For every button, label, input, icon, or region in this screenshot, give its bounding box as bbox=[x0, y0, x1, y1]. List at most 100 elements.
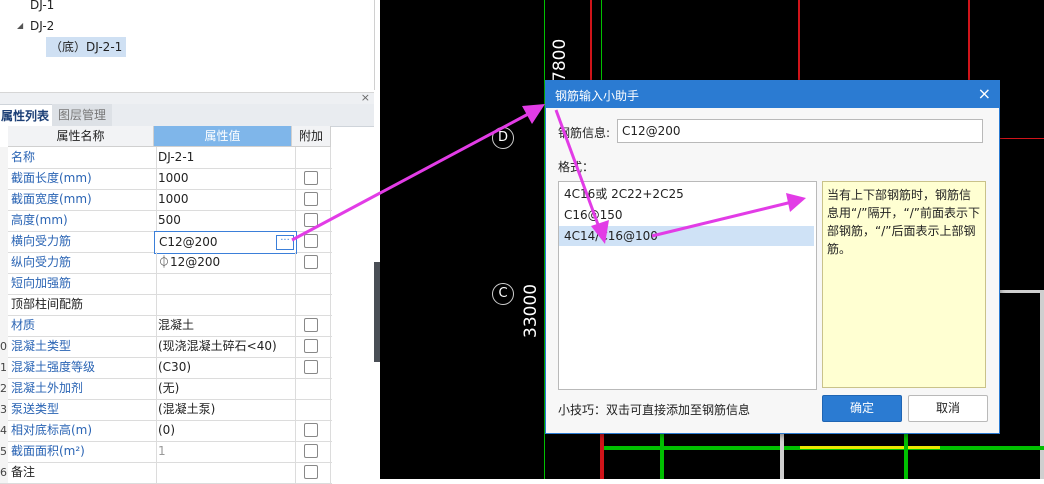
row-number bbox=[0, 294, 8, 315]
property-value-text: 1000 bbox=[158, 192, 189, 206]
property-value[interactable]: 混凝土 bbox=[154, 315, 296, 336]
table-row[interactable]: 2 混凝土外加剂 (无) bbox=[0, 378, 332, 400]
table-row[interactable]: 纵向受力筋 ⏀12@200 bbox=[0, 252, 332, 274]
table-row[interactable]: 1 混凝土强度等级 (C30) bbox=[0, 357, 332, 379]
table-row[interactable]: 0 混凝土类型 (现浇混凝土碎石<40) bbox=[0, 336, 332, 358]
tree-item-dj2-1[interactable]: （底）DJ-2-1 bbox=[46, 37, 127, 57]
table-row[interactable]: 截面宽度(mm) 1000 bbox=[0, 189, 332, 211]
attach-cell bbox=[292, 336, 331, 357]
property-name: 截面面积(m²) bbox=[8, 441, 157, 462]
property-value[interactable]: 1000 bbox=[154, 168, 296, 189]
property-name: 相对底标高(m) bbox=[8, 420, 157, 441]
attach-checkbox[interactable] bbox=[304, 423, 318, 437]
property-value[interactable]: 500 bbox=[154, 210, 296, 231]
row-number: 6 bbox=[0, 462, 8, 483]
row-number: 4 bbox=[0, 420, 8, 441]
property-name: 泵送类型 bbox=[8, 399, 157, 420]
property-value-text: 混凝土 bbox=[158, 318, 195, 332]
property-name: 纵向受力筋 bbox=[8, 252, 157, 273]
format-list[interactable]: 4C16或 2C22+2C25 C16@150 4C14/C16@100 bbox=[558, 181, 817, 390]
attach-cell bbox=[292, 231, 331, 252]
wall-line bbox=[998, 290, 1044, 293]
tab-layer-management[interactable]: 图层管理 bbox=[52, 104, 113, 126]
property-value-editor[interactable]: C12@200 ··· bbox=[154, 231, 297, 254]
property-name: 备注 bbox=[8, 462, 157, 483]
property-value[interactable] bbox=[154, 294, 296, 315]
table-row[interactable]: 高度(mm) 500 bbox=[0, 210, 332, 232]
attach-checkbox[interactable] bbox=[304, 213, 318, 227]
rebar-info-input[interactable]: C12@200 bbox=[617, 119, 983, 143]
panel-tabs: 属性列表 图层管理 bbox=[0, 104, 374, 127]
dialog-close-icon[interactable]: × bbox=[978, 84, 991, 103]
attach-checkbox[interactable] bbox=[304, 234, 318, 248]
table-row[interactable]: 5 截面面积(m²) 1 bbox=[0, 441, 332, 463]
tab-property-list[interactable]: 属性列表 bbox=[0, 104, 57, 127]
table-row[interactable]: 顶部柱间配筋 bbox=[0, 294, 332, 316]
property-value[interactable]: (无) bbox=[154, 378, 296, 399]
attach-checkbox[interactable] bbox=[304, 360, 318, 374]
attach-checkbox[interactable] bbox=[304, 318, 318, 332]
property-value[interactable] bbox=[154, 273, 296, 294]
attach-cell bbox=[292, 462, 331, 483]
format-description: 当有上下部钢筋时，钢筋信息用“/”隔开，“/”前面表示下部钢筋，“/”后面表示上… bbox=[822, 181, 986, 388]
property-value[interactable]: 1 bbox=[154, 441, 296, 462]
property-name: 名称 bbox=[8, 147, 157, 168]
table-row[interactable]: 横向受力筋 C12@200 ··· bbox=[0, 231, 332, 254]
collapse-arrow-icon[interactable]: ◢ bbox=[17, 21, 23, 30]
format-item-selected[interactable]: 4C14/C16@100 bbox=[559, 226, 814, 246]
tip-text: 小技巧：双击可直接添加至钢筋信息 bbox=[558, 403, 751, 417]
row-number bbox=[0, 273, 8, 294]
property-value[interactable]: (现浇混凝土碎石<40) bbox=[154, 336, 296, 357]
property-value[interactable]: (0) bbox=[154, 420, 296, 441]
property-value[interactable]: (C30) bbox=[154, 357, 296, 378]
attach-checkbox[interactable] bbox=[304, 444, 318, 458]
property-value[interactable]: 1000 bbox=[154, 189, 296, 210]
property-value-text: (现浇混凝土碎石<40) bbox=[158, 339, 277, 353]
table-row[interactable]: 6 备注 bbox=[0, 462, 332, 484]
format-item[interactable]: C16@150 bbox=[559, 205, 814, 225]
attach-checkbox[interactable] bbox=[304, 192, 318, 206]
property-value[interactable]: DJ-2-1 bbox=[154, 147, 296, 168]
attach-cell bbox=[292, 147, 331, 168]
property-value[interactable] bbox=[154, 462, 296, 483]
panel-close-icon[interactable]: × bbox=[361, 91, 370, 104]
table-row[interactable]: 4 相对底标高(m) (0) bbox=[0, 420, 332, 442]
property-value-text: C12@200 bbox=[159, 235, 218, 249]
property-name: 混凝土强度等级 bbox=[8, 357, 157, 378]
beam-line bbox=[800, 446, 940, 449]
rebar-info-label: 钢筋信息: bbox=[558, 126, 611, 140]
property-name: 顶部柱间配筋 bbox=[8, 294, 157, 315]
row-number: 2 bbox=[0, 378, 8, 399]
header-property-name: 属性名称 bbox=[8, 126, 154, 147]
attach-checkbox[interactable] bbox=[304, 255, 318, 269]
ok-button[interactable]: 确定 bbox=[822, 395, 902, 422]
wall-line bbox=[798, 0, 800, 82]
tree-item-label: （底）DJ-2-1 bbox=[50, 40, 123, 54]
wall-line bbox=[968, 0, 970, 82]
attach-checkbox[interactable] bbox=[304, 339, 318, 353]
format-item[interactable]: 4C16或 2C22+2C25 bbox=[559, 184, 814, 204]
row-number: 0 bbox=[0, 336, 8, 357]
attach-cell bbox=[292, 210, 331, 231]
property-name: 材质 bbox=[8, 315, 157, 336]
table-row[interactable]: 短向加强筋 bbox=[0, 273, 332, 295]
tree-item-dj2[interactable]: DJ-2 bbox=[30, 16, 54, 36]
table-row[interactable]: 截面长度(mm) 1000 bbox=[0, 168, 332, 190]
property-value[interactable]: (混凝土泵) bbox=[154, 399, 296, 420]
property-value[interactable]: ⏀12@200 bbox=[154, 252, 296, 273]
table-row[interactable]: 3 泵送类型 (混凝土泵) bbox=[0, 399, 332, 421]
dialog-title-bar[interactable]: 钢筋输入小助手 × bbox=[546, 81, 999, 108]
row-number bbox=[0, 315, 8, 336]
component-tree: DJ-1 ◢ DJ-2 （底）DJ-2-1 bbox=[0, 0, 375, 90]
property-name: 高度(mm) bbox=[8, 210, 157, 231]
tree-item-dj1[interactable]: DJ-1 bbox=[30, 0, 54, 15]
table-row[interactable]: 名称 DJ-2-1 bbox=[0, 147, 332, 169]
cancel-button[interactable]: 取消 bbox=[908, 395, 988, 422]
attach-checkbox[interactable] bbox=[304, 171, 318, 185]
left-panel: DJ-1 ◢ DJ-2 （底）DJ-2-1 × 属性列表 图层管理 属性名称 属… bbox=[0, 0, 380, 484]
table-row[interactable]: 材质 混凝土 bbox=[0, 315, 332, 337]
attach-checkbox[interactable] bbox=[304, 465, 318, 479]
dimension-text: 33000 bbox=[521, 283, 541, 338]
axis-label-d: D bbox=[492, 127, 514, 149]
beam-line bbox=[904, 432, 908, 479]
